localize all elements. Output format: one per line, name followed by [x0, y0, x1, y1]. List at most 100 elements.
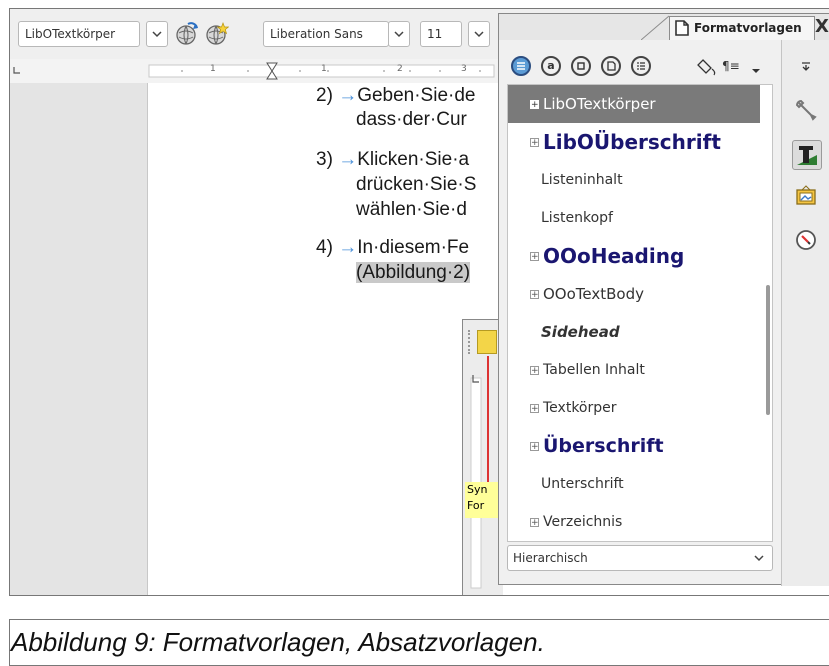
inset-ruler — [470, 375, 482, 589]
sidebar-titlebar: Formatvorlagen X — [499, 14, 829, 40]
list-text-line[interactable]: wählen·Sie·d — [356, 199, 467, 221]
globe-arrow-icon — [176, 22, 198, 45]
sidebar-deck-tabs — [781, 40, 829, 586]
list-styles-icon — [637, 62, 645, 70]
list-number: 2) — [316, 85, 333, 106]
globe-star-icon — [206, 22, 229, 45]
style-name: OOoHeading — [543, 244, 685, 268]
ruler-tick-label: 3 — [461, 64, 467, 74]
expand-icon[interactable]: + — [530, 99, 539, 109]
expand-icon[interactable]: + — [530, 289, 539, 299]
paragraph-marker-icon: ¶≡ — [722, 59, 740, 73]
chevron-down-icon — [474, 31, 484, 38]
list-text: Klicken·Sie·a — [357, 149, 470, 170]
list-text: Geben·Sie·de — [357, 85, 476, 106]
style-list-item[interactable]: + LibOTextkörper — [508, 85, 760, 123]
character-styles-icon: a — [547, 59, 555, 72]
style-filter-value: Hierarchisch — [513, 551, 588, 565]
inset-tooltip: Syn For — [465, 482, 501, 518]
paragraph-style-box[interactable]: LibOTextkörper — [18, 21, 140, 47]
sidebar-tab-styles[interactable]: Formatvorlagen — [669, 16, 815, 40]
fill-format-mode-button[interactable] — [697, 54, 721, 78]
style-actions-dropdown[interactable] — [751, 60, 763, 73]
deck-tab-styles[interactable] — [792, 140, 822, 170]
document-icon — [675, 20, 689, 36]
list-text-line[interactable]: dass·der·Cur — [356, 109, 467, 131]
sidebar-menu-button[interactable] — [792, 52, 820, 80]
ruler-tick-label: 1 — [210, 64, 216, 74]
embedded-image: Syn For — [462, 319, 503, 595]
chevron-down-icon — [752, 69, 760, 73]
list-text: In·diesem·Fe — [357, 237, 470, 258]
style-list[interactable]: + LibOTextkörper + LibOÜberschrift Listeninh… — [507, 84, 773, 542]
style-name: Unterschrift — [541, 476, 624, 492]
expand-icon[interactable]: + — [530, 441, 539, 451]
close-sidebar-button[interactable]: X — [815, 16, 829, 40]
expand-icon[interactable]: + — [530, 137, 539, 147]
style-list-item[interactable]: + Verzeichnis — [508, 503, 760, 541]
list-styles-button[interactable] — [631, 56, 651, 76]
T-style-icon — [797, 146, 817, 165]
style-list-item[interactable]: Listenkopf — [508, 199, 760, 237]
style-name: Verzeichnis — [543, 514, 623, 530]
style-list-item[interactable]: + Tabellen Inhalt — [508, 351, 760, 389]
expand-icon[interactable]: + — [530, 517, 539, 527]
expand-icon[interactable]: + — [530, 403, 539, 413]
style-list-item[interactable]: Unterschrift — [508, 465, 760, 503]
deck-tab-navigator[interactable] — [792, 226, 820, 254]
list-text-line[interactable]: drücken·Sie·S — [356, 174, 476, 196]
page-edge — [147, 83, 148, 595]
list-text-line[interactable]: (Abbildung·2) — [356, 262, 471, 284]
new-style-button[interactable] — [204, 20, 230, 48]
tab-arrow-icon: → — [338, 149, 358, 170]
style-list-item[interactable]: Listeninhalt — [508, 161, 760, 199]
style-list-item[interactable]: Sidehead — [508, 313, 760, 351]
expand-icon[interactable]: + — [530, 365, 539, 375]
inset-tooltip-line: For — [467, 499, 485, 512]
font-size-box[interactable]: 11 — [420, 21, 462, 47]
style-name: LibOÜberschrift — [543, 130, 721, 154]
sidebar-title: Formatvorlagen — [694, 21, 802, 35]
font-name-box[interactable]: Liberation Sans — [263, 21, 389, 47]
style-name: Sidehead — [541, 323, 620, 341]
style-list-item[interactable]: + OOoHeading — [508, 237, 760, 275]
list-number: 4) — [316, 237, 333, 258]
style-list-item[interactable]: + Überschrift — [508, 427, 760, 465]
paragraph-style-dropdown[interactable] — [146, 21, 168, 47]
style-name: Überschrift — [543, 435, 664, 457]
list-item-3[interactable]: 3) →Klicken·Sie·a — [316, 149, 469, 171]
frame-styles-button[interactable] — [571, 56, 591, 76]
style-name: LibOTextkörper — [543, 95, 656, 113]
update-style-button[interactable] — [174, 20, 200, 48]
style-list-item[interactable]: + Textkörper — [508, 389, 760, 427]
page-styles-icon — [607, 61, 616, 71]
font-size-dropdown[interactable] — [468, 21, 490, 47]
list-item-4[interactable]: 4) →In·diesem·Fe — [316, 237, 469, 259]
ruler-scale — [13, 62, 495, 80]
deck-tab-properties[interactable] — [792, 96, 820, 124]
style-families-toolbar: a ¶≡ — [507, 48, 773, 82]
wrench-icon — [795, 99, 817, 121]
expand-icon[interactable]: + — [530, 251, 539, 261]
list-item-2[interactable]: 2) →Geben·Sie·de — [316, 85, 475, 107]
paragraph-styles-button[interactable] — [511, 56, 531, 76]
font-name-dropdown[interactable] — [388, 21, 410, 47]
character-styles-button[interactable]: a — [541, 56, 561, 76]
deck-tab-gallery[interactable] — [792, 182, 820, 210]
page-styles-button[interactable] — [601, 56, 621, 76]
fill-bucket-icon — [697, 59, 716, 76]
chevron-down-icon — [394, 31, 404, 38]
style-list-scrollbar[interactable] — [766, 285, 770, 415]
svg-text:¶≡: ¶≡ — [722, 59, 740, 73]
ruler-tick-label: 2 — [397, 64, 403, 74]
style-actions-button[interactable]: ¶≡ — [721, 56, 745, 76]
style-name: OOoTextBody — [543, 285, 644, 303]
gallery-icon — [796, 185, 816, 205]
style-list-item[interactable]: + OOoTextBody — [508, 275, 760, 313]
highlighted-field[interactable]: (Abbildung·2) — [356, 262, 471, 283]
styles-sidebar: Formatvorlagen X a ¶≡ + LibOTextkörper +… — [498, 13, 829, 586]
style-name: Listeninhalt — [541, 172, 623, 188]
style-list-item[interactable]: + LibOÜberschrift — [508, 123, 760, 161]
style-name: Tabellen Inhalt — [543, 362, 645, 378]
style-filter-select[interactable]: Hierarchisch — [507, 545, 773, 571]
